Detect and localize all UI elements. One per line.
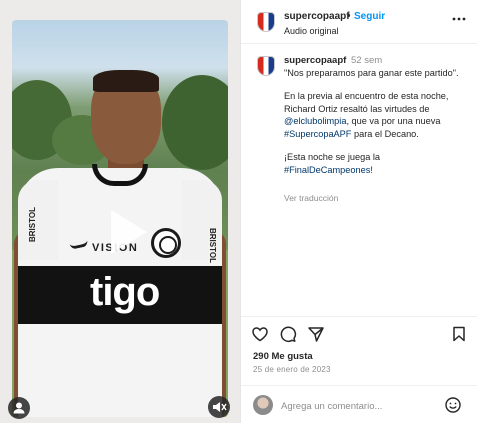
mute-icon[interactable] <box>208 396 230 418</box>
caption-text: "Nos preparamos para ganar este partido"… <box>284 67 470 187</box>
see-translation-link[interactable]: Ver traducción <box>284 193 338 203</box>
post-panel: supercopaapf • Seguir Audio original sup… <box>240 0 477 423</box>
caption-quote: "Nos preparamos para ganar este partido"… <box>284 68 459 78</box>
post-date[interactable]: 25 de enero de 2023 <box>253 365 331 374</box>
caption-avatar[interactable] <box>257 56 275 76</box>
bookmark-icon[interactable] <box>450 325 468 343</box>
post-header: supercopaapf • Seguir Audio original <box>241 0 477 44</box>
shirt-sponsor: tigo <box>90 270 160 314</box>
caption-text-segment: para el Decano. <box>351 129 419 140</box>
hashtag-link[interactable]: #FinalDeCampeones <box>284 165 370 175</box>
caption-text-segment: ! <box>370 164 373 175</box>
header-username[interactable]: supercopaapf <box>284 11 350 22</box>
caption-timestamp[interactable]: 52 sem <box>351 55 382 66</box>
audio-label[interactable]: Audio original <box>284 26 339 36</box>
shirt-sleeve <box>18 180 58 260</box>
media-panel: VISION tigo BRISTOL BRISTOL <box>0 0 240 423</box>
background-tree <box>162 75 228 170</box>
emoji-icon[interactable] <box>444 396 462 414</box>
sleeve-sponsor-right: BRISTOL <box>208 228 217 263</box>
more-options-icon[interactable] <box>452 12 466 29</box>
header-separator: • <box>347 11 351 22</box>
profile-avatar[interactable] <box>257 12 275 32</box>
video-player[interactable]: VISION tigo BRISTOL BRISTOL <box>12 20 228 417</box>
mention-link[interactable]: @elclubolimpia <box>284 116 346 126</box>
player-hair <box>93 70 159 92</box>
caption-text-segment: En la previa al encuentro de esta noche,… <box>284 90 449 114</box>
caption-paragraph: En la previa al encuentro de esta noche,… <box>284 90 470 141</box>
caption-username[interactable]: supercopaapf <box>284 55 346 66</box>
viewer-avatar <box>253 395 273 415</box>
tagged-users-icon[interactable] <box>8 397 30 419</box>
comment-input[interactable] <box>281 398 441 414</box>
caption-text-segment: , que va por una nueva <box>346 116 441 127</box>
caption-paragraph: ¡Esta noche se juega la #FinalDeCampeone… <box>284 151 470 177</box>
like-count[interactable]: 290 Me gusta <box>253 351 313 362</box>
sleeve-sponsor-left: BRISTOL <box>28 207 37 242</box>
comment-icon[interactable] <box>279 325 297 343</box>
heart-icon[interactable] <box>251 325 269 343</box>
hashtag-link[interactable]: #SupercopaAPF <box>284 129 351 139</box>
club-badge <box>151 228 181 258</box>
play-icon[interactable] <box>111 210 147 254</box>
caption-text-segment: ¡Esta noche se juega la <box>284 151 381 162</box>
follow-button[interactable]: Seguir <box>354 11 385 22</box>
comment-bar <box>241 385 477 423</box>
share-icon[interactable] <box>307 325 325 343</box>
